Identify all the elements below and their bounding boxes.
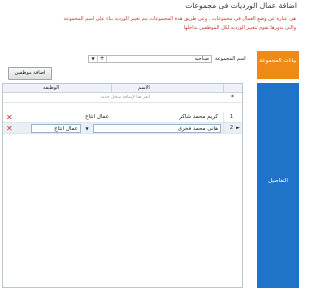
- column-separator: [223, 112, 224, 122]
- column-header-job[interactable]: الوظيفه: [43, 84, 59, 93]
- job-editor[interactable]: عمال انتاج: [31, 124, 81, 133]
- table-row[interactable]: ✕ عمال انتاج ▼ ▼ هانى محمد فخرى 2 ►: [3, 123, 242, 134]
- row-number: 1: [229, 114, 233, 120]
- name-cell[interactable]: كريم محمد شاكر: [115, 113, 220, 122]
- page-description: هى عبارة عن وضع العمال فى مجموعات . وعن …: [4, 15, 296, 33]
- column-separator: [223, 123, 224, 133]
- grid-header: الوظيفه الاسم: [3, 84, 242, 93]
- triangle-right-icon: ►: [236, 125, 240, 131]
- new-record-row[interactable]: انقر هنا لإضافة سجل جديد *: [3, 93, 242, 103]
- add-employees-button[interactable]: اضافة موظفين: [8, 67, 52, 80]
- employees-grid: الوظيفه الاسم انقر هنا لإضافة سجل جديد *…: [2, 83, 243, 288]
- chevron-down-icon[interactable]: ▼: [83, 124, 91, 133]
- close-icon[interactable]: ✕: [6, 112, 13, 123]
- details-tab[interactable]: التفاصيل: [257, 83, 299, 288]
- group-name-select[interactable]: ▼ + صباحية: [88, 55, 212, 63]
- new-record-hint: انقر هنا لإضافة سجل جديد: [100, 95, 150, 100]
- group-name-label: اسم المجموعة: [215, 56, 246, 62]
- plus-icon[interactable]: +: [98, 56, 107, 62]
- description-line-1: هى عبارة عن وضع العمال فى مجموعات . وعن …: [63, 16, 296, 22]
- description-line-2: والتى بدورها تقوم بتغيير الورديه لكل الم…: [183, 25, 296, 31]
- chevron-down-icon[interactable]: ▼: [89, 56, 98, 62]
- table-row[interactable]: ✕ عمال انتاج كريم محمد شاكر 1: [3, 112, 242, 123]
- name-editor[interactable]: هانى محمد فخرى: [93, 124, 221, 133]
- details-tab-label: التفاصيل: [268, 178, 288, 184]
- group-data-tab[interactable]: بيانات المجموعة: [257, 51, 299, 79]
- column-header-name[interactable]: الاسم: [138, 84, 150, 93]
- close-icon[interactable]: ✕: [6, 123, 13, 134]
- column-separator: [111, 84, 112, 92]
- row-number: 2: [229, 125, 233, 131]
- column-separator: [223, 84, 224, 92]
- new-row-marker: *: [231, 94, 234, 101]
- group-name-value: صباحية: [194, 56, 209, 62]
- job-cell[interactable]: عمال انتاج: [63, 113, 111, 122]
- page-title: اضافة عمال الورديات فى مجموعات: [185, 1, 297, 10]
